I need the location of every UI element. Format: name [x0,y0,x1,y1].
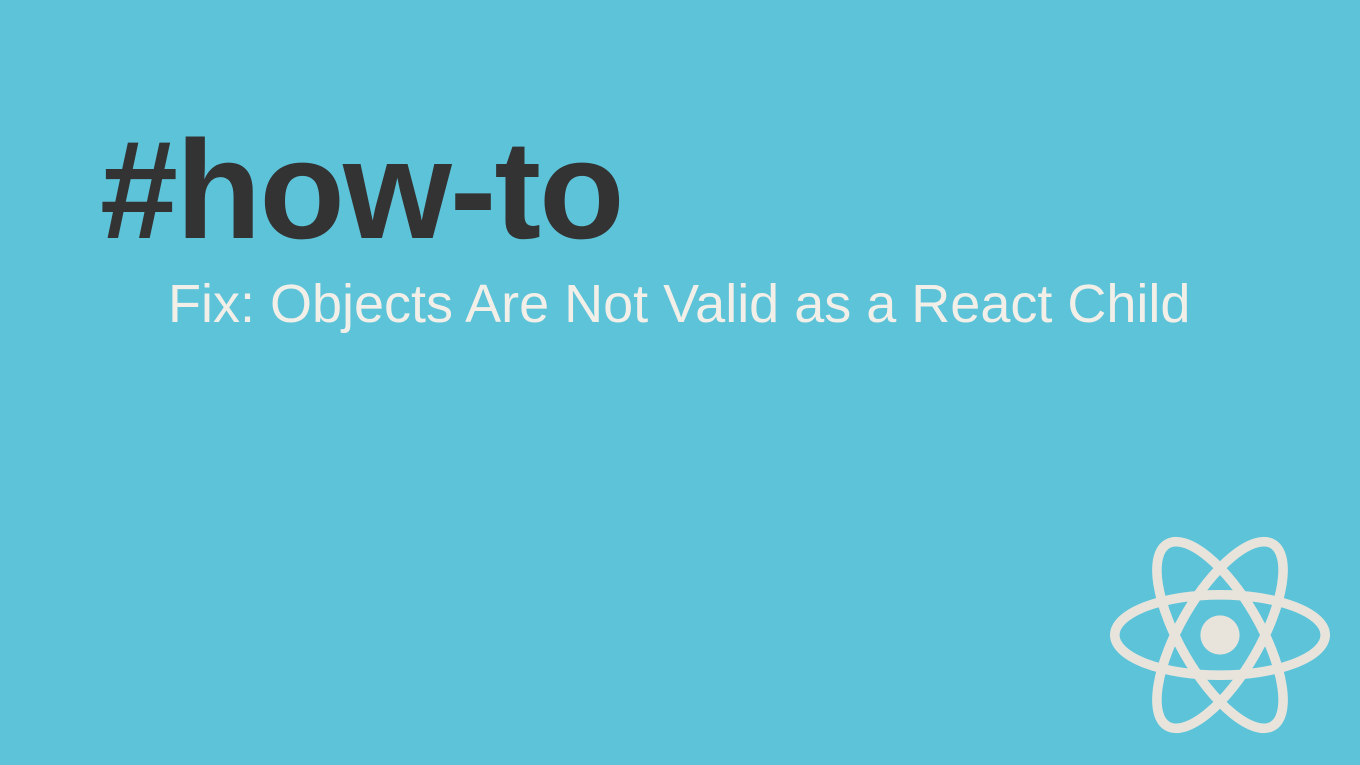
react-icon [1110,525,1330,745]
hashtag-title: #how-to [100,120,1260,260]
subtitle-text: Fix: Objects Are Not Valid as a React Ch… [168,272,1218,337]
banner-content: #how-to Fix: Objects Are Not Valid as a … [100,120,1260,337]
